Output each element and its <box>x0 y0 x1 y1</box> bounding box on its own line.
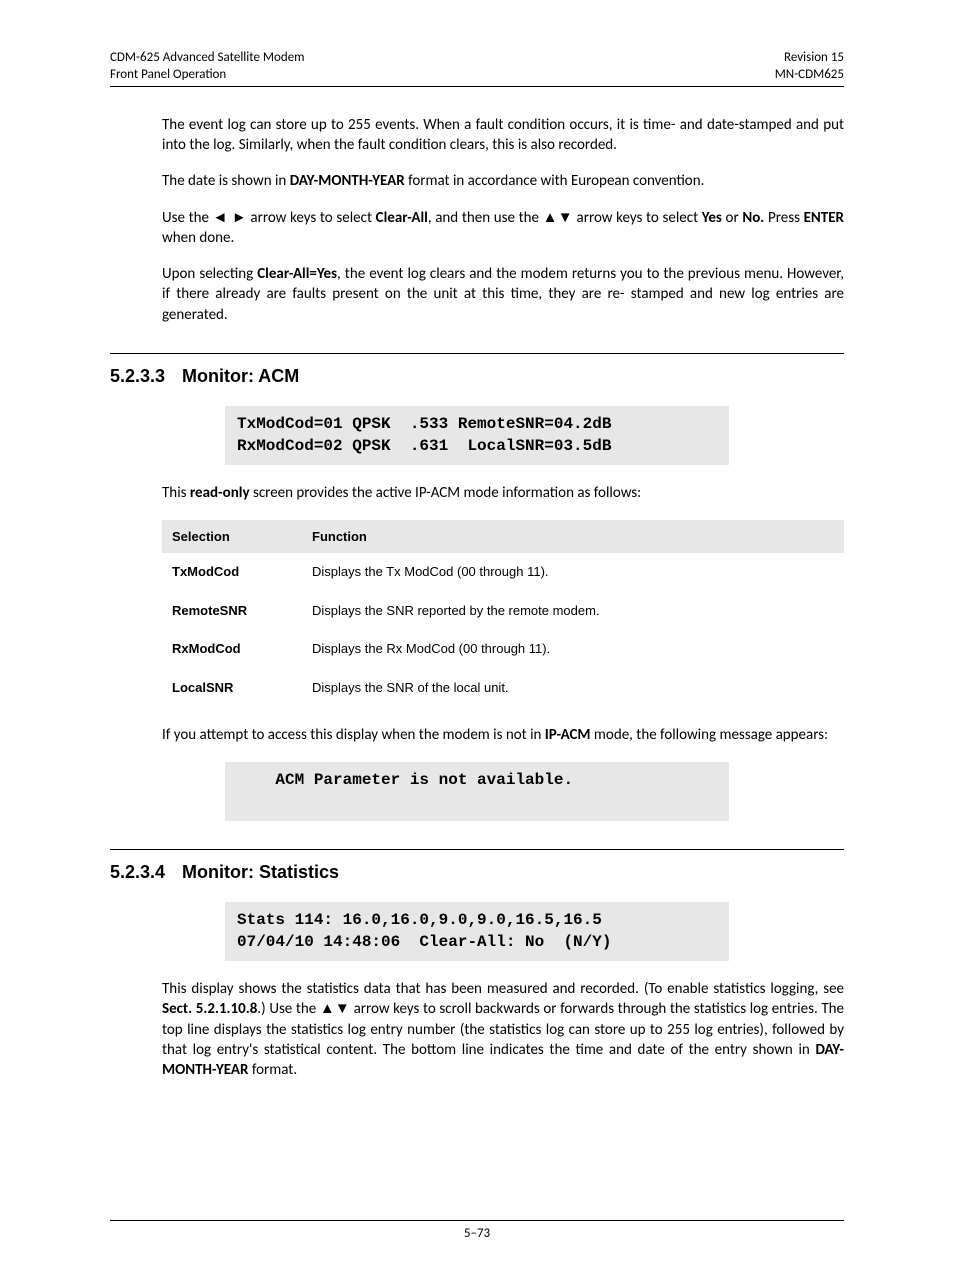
table-row: RxModCod Displays the Rx ModCod (00 thro… <box>162 630 844 669</box>
text: when done. <box>162 229 234 247</box>
header-left: CDM-625 Advanced Satellite Modem Front P… <box>110 50 305 84</box>
text: The date is shown in <box>162 172 290 190</box>
acm-table: Selection Function TxModCod Displays the… <box>162 520 844 708</box>
left-right-arrow-icon: ◄ ► <box>213 209 247 226</box>
text: or <box>722 209 742 227</box>
header-section: Front Panel Operation <box>110 67 305 84</box>
text: This <box>162 484 190 502</box>
paragraph-arrow-keys: Use the ◄ ► arrow keys to select Clear-A… <box>162 208 844 249</box>
table-row: LocalSNR Displays the SNR of the local u… <box>162 668 844 707</box>
lcd-display-acm: TxModCod=01 QPSK .533 RemoteSNR=04.2dB R… <box>225 406 729 465</box>
page-header: CDM-625 Advanced Satellite Modem Front P… <box>110 50 844 87</box>
section-title: Monitor: ACM <box>182 366 299 386</box>
table-row: TxModCod Displays the Tx ModCod (00 thro… <box>162 553 844 591</box>
bold-yes: Yes <box>702 209 722 227</box>
header-docnum: MN-CDM625 <box>775 67 844 84</box>
up-down-arrow-icon: ▲▼ <box>320 1000 350 1017</box>
text: screen provides the active IP-ACM mode i… <box>250 484 642 502</box>
page-footer: 5–73 <box>110 1220 844 1243</box>
text: This display shows the statistics data t… <box>162 980 844 998</box>
bold-day-month-year: DAY-MONTH-YEAR <box>290 172 405 190</box>
text: , and then use the <box>428 209 543 227</box>
paragraph-ipacm-mode: If you attempt to access this display wh… <box>162 725 844 745</box>
text: format in accordance with European conve… <box>405 172 705 190</box>
bold-readonly: read-only <box>190 484 250 502</box>
cell-selection: LocalSNR <box>162 668 302 707</box>
text: If you attempt to access this display wh… <box>162 726 545 744</box>
section-heading-acm: 5.2.3.3Monitor: ACM <box>110 353 844 388</box>
text: arrow keys to select <box>573 209 702 227</box>
page-number: 5–73 <box>464 1226 490 1241</box>
cell-function: Displays the SNR of the local unit. <box>302 668 844 707</box>
up-down-arrow-icon: ▲▼ <box>543 209 573 226</box>
section-number: 5.2.3.4 <box>110 860 182 884</box>
header-revision: Revision 15 <box>775 50 844 67</box>
paragraph-statistics: This display shows the statistics data t… <box>162 979 844 1080</box>
text: .) Use the <box>257 1000 319 1018</box>
section-number: 5.2.3.3 <box>110 364 182 388</box>
bold-no: No. <box>742 209 764 227</box>
cell-selection: RxModCod <box>162 630 302 669</box>
text: Press <box>764 209 803 227</box>
bold-enter: ENTER <box>804 209 844 227</box>
cell-function: Displays the Rx ModCod (00 through 11). <box>302 630 844 669</box>
text: mode, the following message appears: <box>591 726 829 744</box>
col-function: Function <box>302 520 844 554</box>
bold-clear-all: Clear-All <box>376 209 428 227</box>
bold-ipacm: IP-ACM <box>545 726 591 744</box>
cell-function: Displays the Tx ModCod (00 through 11). <box>302 553 844 591</box>
paragraph-date-format: The date is shown in DAY-MONTH-YEAR form… <box>162 171 844 191</box>
text: format. <box>248 1061 297 1079</box>
lcd-display-stats: Stats 114: 16.0,16.0,9.0,9.0,16.5,16.5 0… <box>225 902 729 961</box>
cell-function: Displays the SNR reported by the remote … <box>302 591 844 630</box>
cell-selection: TxModCod <box>162 553 302 591</box>
paragraph-event-log: The event log can store up to 255 events… <box>162 115 844 156</box>
table-row: RemoteSNR Displays the SNR reported by t… <box>162 591 844 630</box>
paragraph-clear-all-yes: Upon selecting Clear-All=Yes, the event … <box>162 264 844 325</box>
text: Upon selecting <box>162 265 257 283</box>
bold-clear-all-yes: Clear-All=Yes <box>257 265 337 283</box>
cell-selection: RemoteSNR <box>162 591 302 630</box>
section-heading-statistics: 5.2.3.4Monitor: Statistics <box>110 849 844 884</box>
text: arrow keys to select <box>247 209 376 227</box>
col-selection: Selection <box>162 520 302 554</box>
section-title: Monitor: Statistics <box>182 862 339 882</box>
paragraph-readonly: This read-only screen provides the activ… <box>162 483 844 503</box>
header-product: CDM-625 Advanced Satellite Modem <box>110 50 305 67</box>
text: Use the <box>162 209 213 227</box>
bold-sect-ref: Sect. 5.2.1.10.8 <box>162 1000 257 1018</box>
header-right: Revision 15 MN-CDM625 <box>775 50 844 84</box>
lcd-display-acm-unavailable: ACM Parameter is not available. <box>225 762 729 821</box>
table-header-row: Selection Function <box>162 520 844 554</box>
